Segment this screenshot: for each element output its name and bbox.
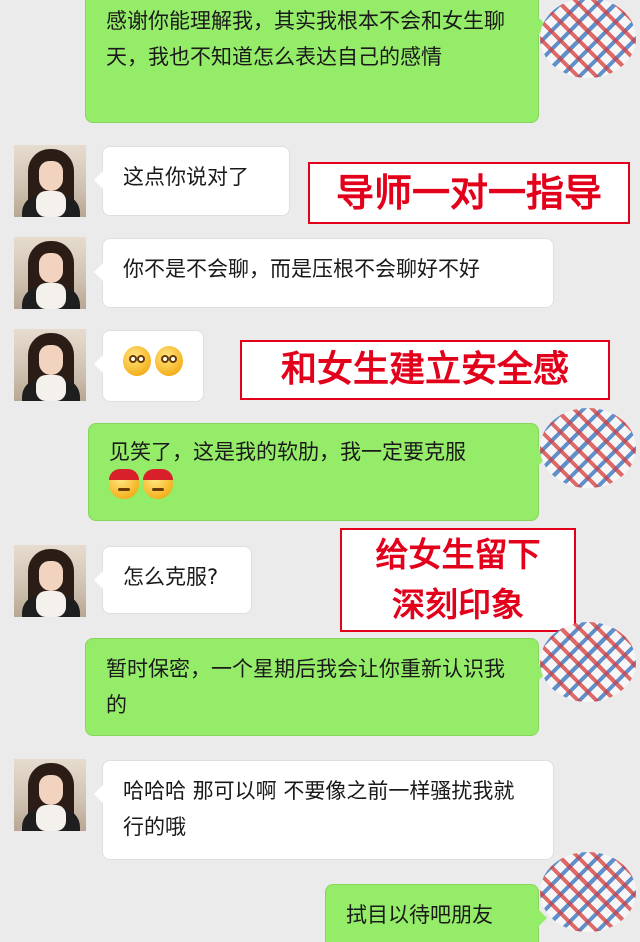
self-avatar[interactable] (540, 622, 636, 702)
message-text: 怎么克服? (123, 565, 219, 589)
message-bubble-received[interactable]: 你不是不会聊，而是压根不会聊好不好 (94, 238, 554, 308)
contact-avatar[interactable] (14, 145, 86, 217)
chat-window: 感谢你能理解我，其实我根本不会和女生聊天，我也不知道怎么表达自己的感情 这点你说… (0, 0, 640, 942)
message-text: 感谢你能理解我，其实我根本不会和女生聊天，我也不知道怎么表达自己的感情 (106, 9, 505, 69)
message-bubble-sent[interactable]: 暂时保密，一个星期后我会让你重新认识我的 (85, 638, 547, 736)
message-bubble-sent[interactable]: 拭目以待吧朋友 (325, 884, 547, 942)
message-text: 你不是不会聊，而是压根不会聊好不好 (123, 257, 480, 281)
self-avatar[interactable] (540, 408, 636, 488)
message-text: 拭目以待吧朋友 (346, 903, 493, 927)
self-avatar[interactable] (540, 0, 636, 78)
contact-avatar[interactable] (14, 545, 86, 617)
message-text: 暂时保密，一个星期后我会让你重新认识我的 (106, 657, 505, 717)
angry-emoji-icon (109, 469, 139, 499)
contact-avatar[interactable] (14, 237, 86, 309)
message-bubble-sent[interactable]: 见笑了，这是我的软肋，我一定要克服 (88, 423, 547, 521)
message-text: 这点你说对了 (123, 165, 249, 189)
message-bubble-received[interactable]: 怎么克服? (94, 546, 252, 614)
message-bubble-sent[interactable]: 感谢你能理解我，其实我根本不会和女生聊天，我也不知道怎么表达自己的感情 (85, 0, 547, 123)
overlay-label: 导师一对一指导 (308, 162, 630, 224)
overlay-label: 给女生留下 深刻印象 (340, 528, 576, 632)
smile-emoji-icon (155, 346, 183, 376)
self-avatar[interactable] (540, 852, 636, 932)
overlay-label: 和女生建立安全感 (240, 340, 610, 400)
contact-avatar[interactable] (14, 759, 86, 831)
message-bubble-received[interactable]: 哈哈哈 那可以啊 不要像之前一样骚扰我就行的哦 (94, 760, 554, 860)
contact-avatar[interactable] (14, 329, 86, 401)
message-text: 见笑了，这是我的软肋，我一定要克服 (109, 440, 466, 464)
angry-emoji-icon (143, 469, 173, 499)
message-text: 哈哈哈 那可以啊 不要像之前一样骚扰我就行的哦 (123, 779, 515, 839)
message-bubble-received[interactable] (94, 330, 204, 402)
message-bubble-received[interactable]: 这点你说对了 (94, 146, 290, 216)
smile-emoji-icon (123, 346, 151, 376)
